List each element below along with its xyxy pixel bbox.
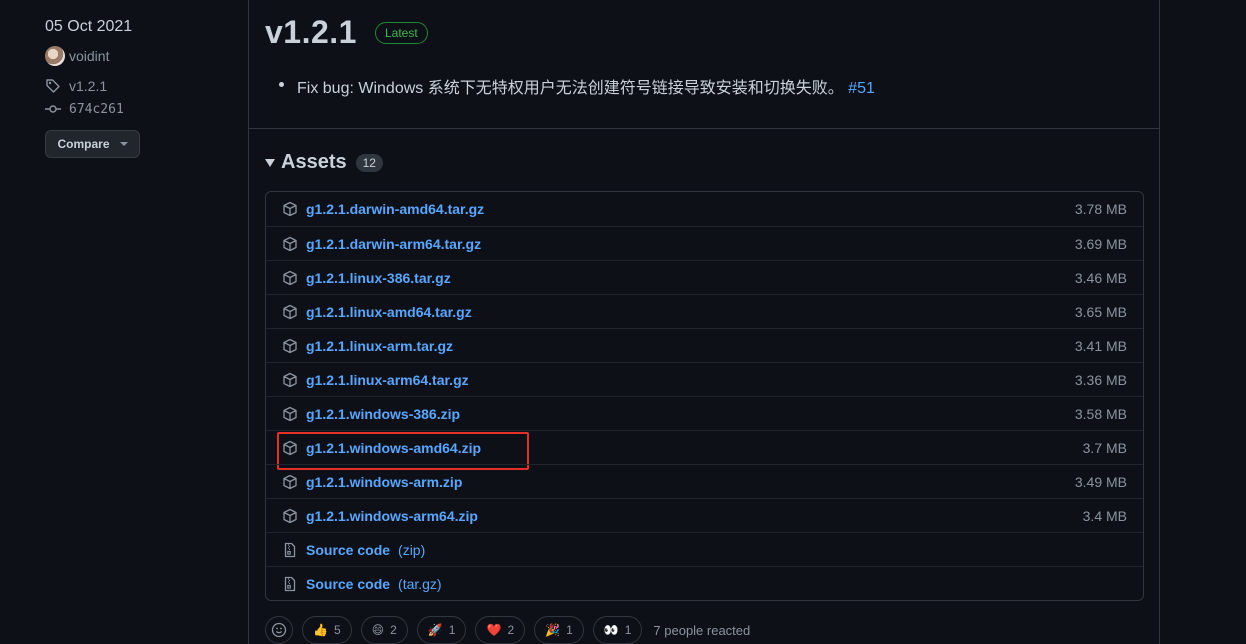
- asset-row[interactable]: g1.2.1.linux-arm.tar.gz 3.41 MB: [266, 328, 1143, 362]
- release-date: 05 Oct 2021: [45, 18, 133, 35]
- rocket-icon: 🚀: [427, 623, 443, 637]
- asset-link[interactable]: g1.2.1.linux-amd64.tar.gz: [306, 304, 472, 320]
- package-icon: [283, 508, 297, 523]
- file-zip-icon: [284, 542, 296, 557]
- asset-row[interactable]: g1.2.1.windows-arm64.zip 3.4 MB: [266, 498, 1143, 532]
- add-reaction-button[interactable]: [265, 616, 293, 644]
- compare-label: Compare: [57, 137, 110, 151]
- hooray-icon: 🎉: [545, 623, 561, 637]
- asset-link[interactable]: g1.2.1.linux-386.tar.gz: [306, 270, 451, 286]
- reaction-rocket[interactable]: 🚀 1: [416, 616, 467, 644]
- assets-list: g1.2.1.darwin-amd64.tar.gz 3.78 MB g1.2.…: [265, 191, 1144, 601]
- source-code-row[interactable]: Source code (zip): [266, 532, 1143, 566]
- source-code-row[interactable]: Source code (tar.gz): [266, 566, 1143, 600]
- source-code-format: (tar.gz): [398, 575, 442, 592]
- assets-count: 12: [355, 153, 383, 172]
- thumbs-up-icon: 👍: [313, 623, 328, 637]
- file-zip-icon: [284, 576, 296, 591]
- source-code-link[interactable]: Source code: [306, 576, 390, 592]
- tag-icon: [46, 79, 60, 93]
- tag-link[interactable]: v1.2.1: [69, 78, 107, 94]
- reactions-bar: 👍 5 😄 2 🚀 1 ❤️ 2 🎉 1 👀 1 7 people reacted: [265, 616, 750, 644]
- package-icon: [283, 201, 297, 217]
- reaction-count: 1: [624, 623, 632, 637]
- asset-size: 3.49 MB: [1074, 473, 1127, 490]
- latest-badge: Latest: [374, 21, 428, 44]
- asset-row[interactable]: g1.2.1.darwin-amd64.tar.gz 3.78 MB: [266, 192, 1143, 226]
- commit-link[interactable]: 674c261: [69, 102, 124, 117]
- package-icon: [283, 440, 297, 455]
- asset-link[interactable]: g1.2.1.linux-arm64.tar.gz: [306, 372, 469, 388]
- commit-icon: [45, 105, 61, 113]
- source-code-link[interactable]: Source code: [306, 542, 390, 558]
- package-icon: [283, 338, 297, 353]
- asset-row[interactable]: g1.2.1.linux-arm64.tar.gz 3.36 MB: [266, 362, 1143, 396]
- asset-size: 3.4 MB: [1082, 507, 1127, 524]
- reaction-eyes[interactable]: 👀 1: [592, 616, 643, 644]
- package-icon: [283, 304, 297, 319]
- release-box: v1.2.1 Latest Fix bug: Windows 系统下无特权用户无…: [248, 0, 1160, 644]
- package-icon: [283, 406, 297, 421]
- reaction-count: 5: [333, 623, 341, 637]
- smiley-icon: [271, 622, 287, 638]
- release-note-item: Fix bug: Windows 系统下无特权用户无法创建符号链接导致安装和切换…: [279, 74, 875, 98]
- package-icon: [283, 270, 297, 285]
- asset-size: 3.46 MB: [1074, 269, 1127, 286]
- source-code-format: (zip): [398, 541, 426, 558]
- asset-link[interactable]: g1.2.1.windows-arm.zip: [306, 474, 462, 490]
- asset-row-highlighted[interactable]: g1.2.1.windows-amd64.zip 3.7 MB: [266, 430, 1143, 470]
- reaction-count: 2: [390, 623, 397, 637]
- asset-link[interactable]: g1.2.1.darwin-amd64.tar.gz: [306, 201, 484, 217]
- heart-icon: ❤️: [486, 623, 502, 637]
- asset-row[interactable]: g1.2.1.windows-arm.zip 3.49 MB: [266, 464, 1143, 498]
- release-notes: Fix bug: Windows 系统下无特权用户无法创建符号链接导致安装和切换…: [279, 74, 875, 98]
- reaction-count: 1: [566, 623, 573, 637]
- release-note-text: Fix bug: Windows 系统下无特权用户无法创建符号链接导致安装和切换…: [297, 80, 844, 97]
- triangle-down-icon: [265, 158, 275, 167]
- release-title[interactable]: v1.2.1: [265, 14, 357, 51]
- compare-button[interactable]: Compare: [45, 130, 140, 158]
- reaction-heart[interactable]: ❤️ 2: [475, 616, 526, 644]
- reaction-hooray[interactable]: 🎉 1: [534, 616, 584, 644]
- asset-row[interactable]: g1.2.1.windows-386.zip 3.58 MB: [266, 396, 1143, 430]
- avatar[interactable]: [45, 46, 65, 66]
- assets-toggle[interactable]: Assets 12: [265, 151, 383, 174]
- asset-row[interactable]: g1.2.1.linux-386.tar.gz 3.46 MB: [266, 260, 1143, 294]
- asset-link[interactable]: g1.2.1.linux-arm.tar.gz: [306, 338, 453, 354]
- asset-row[interactable]: g1.2.1.linux-amd64.tar.gz 3.65 MB: [266, 294, 1143, 328]
- reaction-count: 2: [507, 623, 515, 637]
- release-meta: 05 Oct 2021 voidint v1.2.1 674c261 Compa…: [45, 16, 245, 158]
- chevron-down-icon: [119, 142, 128, 146]
- reaction-count: 1: [448, 623, 456, 637]
- asset-size: 3.78 MB: [1074, 201, 1127, 217]
- asset-size: 3.69 MB: [1074, 235, 1127, 252]
- asset-link[interactable]: g1.2.1.windows-arm64.zip: [306, 508, 478, 524]
- asset-size: 3.36 MB: [1074, 371, 1127, 388]
- package-icon: [283, 372, 297, 387]
- asset-row[interactable]: g1.2.1.darwin-arm64.tar.gz 3.69 MB: [266, 226, 1143, 260]
- package-icon: [283, 474, 297, 489]
- asset-size: 3.41 MB: [1074, 337, 1127, 354]
- asset-size: 3.7 MB: [1082, 439, 1127, 456]
- issue-link[interactable]: #51: [848, 80, 875, 97]
- reaction-laugh[interactable]: 😄 2: [360, 616, 408, 644]
- reactions-summary: 7 people reacted: [653, 622, 751, 638]
- asset-link[interactable]: g1.2.1.windows-386.zip: [306, 406, 460, 422]
- divider: [249, 128, 1159, 129]
- author-link[interactable]: voidint: [69, 48, 109, 64]
- assets-title: Assets: [281, 151, 347, 173]
- asset-link[interactable]: g1.2.1.darwin-arm64.tar.gz: [306, 236, 481, 252]
- laugh-icon: 😄: [371, 623, 385, 637]
- asset-link[interactable]: g1.2.1.windows-amd64.zip: [306, 440, 481, 456]
- eyes-icon: 👀: [603, 623, 619, 637]
- reaction-thumbs-up[interactable]: 👍 5: [302, 616, 352, 644]
- asset-size: 3.58 MB: [1074, 405, 1127, 422]
- asset-size: 3.65 MB: [1074, 303, 1127, 320]
- package-icon: [283, 236, 297, 251]
